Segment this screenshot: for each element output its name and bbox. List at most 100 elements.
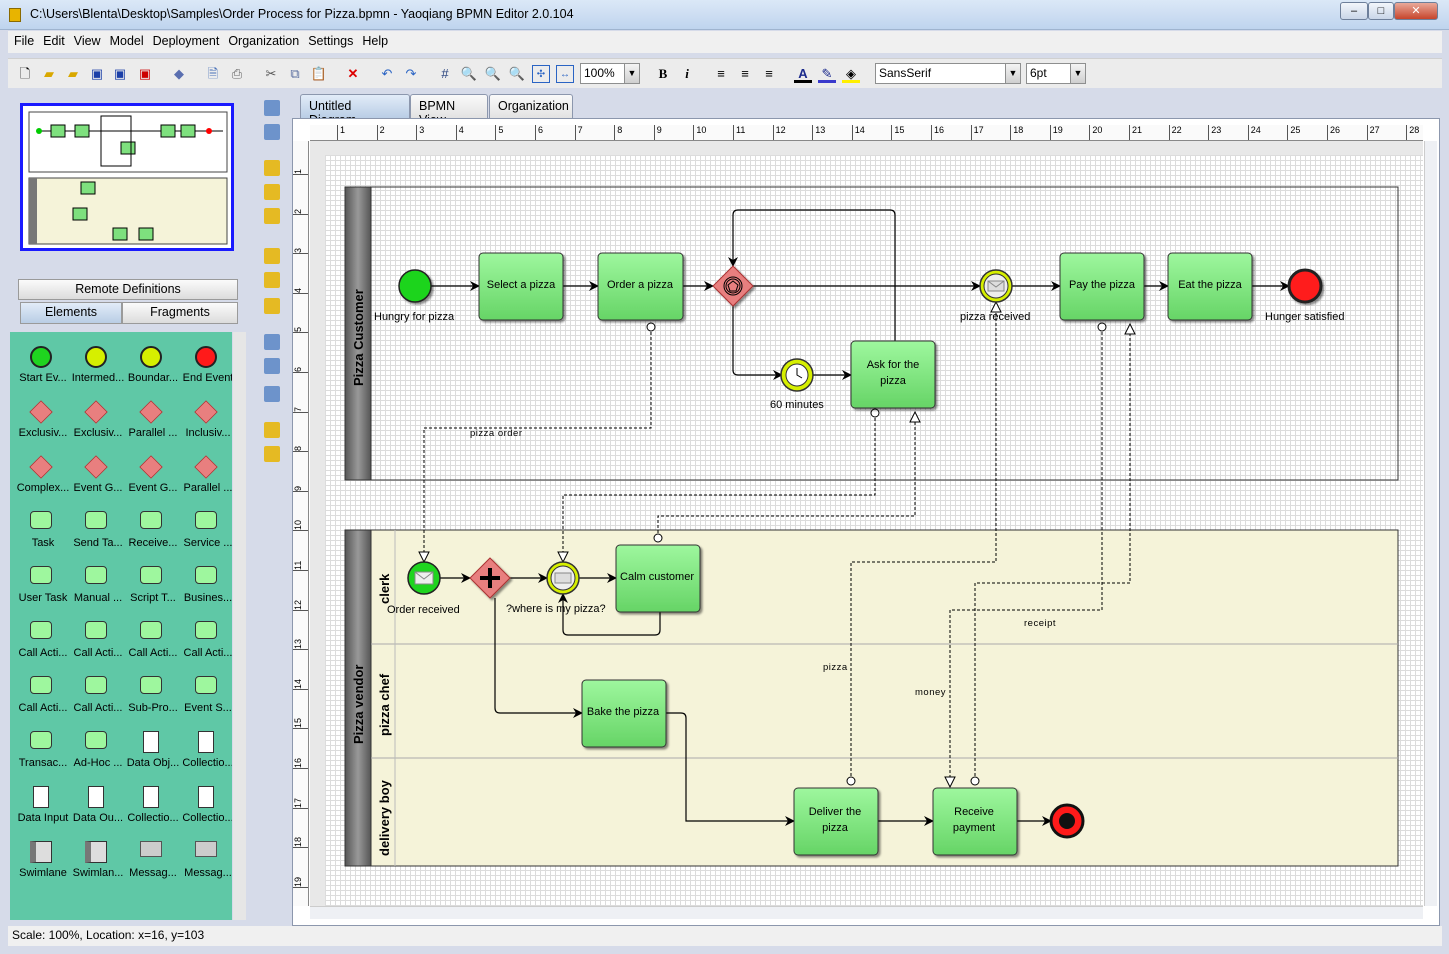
- palette-item[interactable]: Parallel ...: [123, 393, 178, 448]
- align-top-icon[interactable]: [264, 248, 280, 264]
- zoom-in-icon[interactable]: 🔍: [460, 65, 478, 83]
- menu-file[interactable]: File: [8, 31, 37, 48]
- message-catch-event-where-is-my-pizza[interactable]: [546, 561, 580, 595]
- layout-org-icon[interactable]: [264, 124, 280, 140]
- menu-deployment[interactable]: Deployment: [147, 31, 223, 48]
- font-color-icon[interactable]: A: [794, 65, 812, 83]
- align-middle-icon[interactable]: [264, 272, 280, 288]
- align-center-icon[interactable]: [264, 184, 280, 200]
- cut-icon[interactable]: ✂: [262, 65, 280, 83]
- align-center-icon[interactable]: ≡: [736, 65, 754, 83]
- grid-icon[interactable]: #: [436, 65, 454, 83]
- end-event-vendor[interactable]: [1049, 803, 1085, 839]
- copy-icon[interactable]: ⧉: [286, 65, 304, 83]
- palette-item[interactable]: Receive...: [123, 503, 178, 558]
- zoom-actual-icon[interactable]: 🔍: [484, 65, 502, 83]
- lane-clerk[interactable]: clerk: [377, 573, 392, 604]
- palette-item[interactable]: User Task: [13, 558, 68, 613]
- menu-help[interactable]: Help: [356, 31, 391, 48]
- palette-item[interactable]: Ad-Hoc ...: [68, 723, 123, 778]
- open-recent-icon[interactable]: ▰: [64, 65, 82, 83]
- palette-item[interactable]: Call Acti...: [178, 613, 232, 668]
- tab-fragments[interactable]: Fragments: [122, 302, 238, 324]
- palette-item[interactable]: Parallel ...: [178, 448, 232, 503]
- palette-item[interactable]: Event S...: [178, 668, 232, 723]
- print-preview-icon[interactable]: 🗎: [204, 65, 222, 83]
- palette-item[interactable]: Call Acti...: [13, 668, 68, 723]
- palette-item[interactable]: Collectio...: [178, 778, 232, 833]
- palette-item[interactable]: Send Ta...: [68, 503, 123, 558]
- palette-item[interactable]: Collectio...: [178, 723, 232, 778]
- same-height-icon[interactable]: [264, 358, 280, 374]
- palette-item[interactable]: Transac...: [13, 723, 68, 778]
- palette-item[interactable]: Service ...: [178, 503, 232, 558]
- align-left-icon[interactable]: [264, 160, 280, 176]
- message-catch-event-pizza-received[interactable]: [979, 269, 1013, 303]
- palette-item[interactable]: Call Acti...: [13, 613, 68, 668]
- align-right-icon[interactable]: ≡: [760, 65, 778, 83]
- same-size-icon[interactable]: [264, 386, 280, 402]
- italic-button[interactable]: i: [678, 65, 696, 83]
- overview-minimap[interactable]: [20, 103, 234, 251]
- minimize-button[interactable]: –: [1340, 2, 1368, 20]
- print-icon[interactable]: ⎙: [228, 65, 246, 83]
- palette-item[interactable]: Intermed...: [68, 338, 124, 393]
- deploy-icon[interactable]: ◆: [170, 65, 188, 83]
- palette-item[interactable]: Collectio...: [123, 778, 179, 833]
- palette-item[interactable]: Script T...: [123, 558, 178, 613]
- zoom-out-icon[interactable]: 🔍: [508, 65, 526, 83]
- palette-item[interactable]: Event G...: [123, 448, 178, 503]
- palette-item[interactable]: End Event: [178, 338, 232, 393]
- end-event-satisfied[interactable]: [1287, 268, 1323, 304]
- palette-item[interactable]: Boundar...: [123, 338, 178, 393]
- menu-view[interactable]: View: [68, 31, 104, 48]
- menu-model[interactable]: Model: [104, 31, 147, 48]
- palette-item[interactable]: Data Obj...: [123, 723, 179, 778]
- palette-item[interactable]: Complex...: [13, 448, 69, 503]
- font-size-select[interactable]: 6pt ▼: [1026, 63, 1086, 84]
- save-png-icon[interactable]: ▣: [136, 65, 154, 83]
- horizontal-scrollbar[interactable]: [310, 906, 1423, 919]
- palette-item[interactable]: Start Ev...: [13, 338, 68, 393]
- palette-item[interactable]: Swimlan...: [68, 833, 123, 888]
- fit-width-icon[interactable]: ↔: [556, 65, 574, 83]
- menu-edit[interactable]: Edit: [37, 31, 68, 48]
- align-bottom-icon[interactable]: [264, 298, 280, 314]
- event-based-gateway[interactable]: [712, 265, 754, 307]
- bpmn-diagram[interactable]: Pizza Customer Pizza vendor clerk pizza …: [310, 141, 1423, 906]
- open-icon[interactable]: ▰: [40, 65, 58, 83]
- menu-organization[interactable]: Organization: [222, 31, 302, 48]
- palette-item[interactable]: Messag...: [178, 833, 232, 888]
- save-as-icon[interactable]: ▣: [111, 65, 129, 83]
- undo-icon[interactable]: ↶: [378, 65, 396, 83]
- palette-item[interactable]: Call Acti...: [68, 613, 123, 668]
- paste-icon[interactable]: 📋: [310, 65, 328, 83]
- font-select[interactable]: SansSerif ▼: [875, 63, 1021, 84]
- same-width-icon[interactable]: [264, 334, 280, 350]
- vertical-scrollbar[interactable]: [1424, 141, 1437, 906]
- palette-scrollbar[interactable]: [233, 332, 246, 920]
- palette-item[interactable]: Busines...: [178, 558, 232, 613]
- palette-item[interactable]: Inclusiv...: [178, 393, 232, 448]
- new-icon[interactable]: 🗋: [16, 65, 34, 83]
- align-left-icon[interactable]: ≡: [712, 65, 730, 83]
- bold-button[interactable]: B: [654, 65, 672, 83]
- palette-item[interactable]: Data Ou...: [68, 778, 123, 833]
- lane-pizza-chef[interactable]: pizza chef: [377, 673, 392, 736]
- fill-color-icon[interactable]: ◈: [842, 65, 860, 83]
- tab-organization[interactable]: Organization: [489, 94, 573, 118]
- palette-item[interactable]: Sub-Pro...: [123, 668, 178, 723]
- fit-page-icon[interactable]: ✣: [532, 65, 550, 83]
- line-color-icon[interactable]: ✎: [818, 65, 836, 83]
- start-event-hungry[interactable]: [398, 269, 432, 303]
- maximize-button[interactable]: □: [1368, 2, 1394, 20]
- zoom-select[interactable]: 100% ▼: [580, 63, 640, 84]
- layout-tree-icon[interactable]: [264, 100, 280, 116]
- tab-bpmn-view[interactable]: BPMN View: [410, 94, 488, 127]
- palette-item[interactable]: Event G...: [68, 448, 123, 503]
- save-icon[interactable]: ▣: [88, 65, 106, 83]
- palette-item[interactable]: Call Acti...: [123, 613, 178, 668]
- palette-item[interactable]: Messag...: [123, 833, 178, 888]
- menu-settings[interactable]: Settings: [302, 31, 356, 48]
- tab-elements[interactable]: Elements: [20, 302, 122, 324]
